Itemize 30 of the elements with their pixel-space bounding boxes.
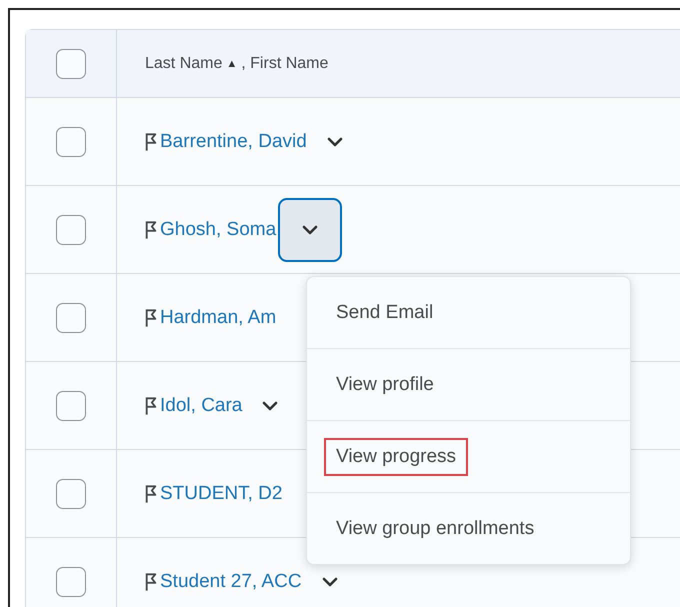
student-link[interactable]: Student 27, ACC — [160, 570, 302, 592]
menu-item[interactable]: View profile — [307, 348, 630, 420]
checkbox[interactable] — [56, 390, 86, 420]
chevron-down-icon — [326, 136, 343, 146]
flag-icon[interactable] — [145, 130, 157, 152]
checkbox[interactable] — [56, 478, 86, 508]
chevron-down-icon — [262, 400, 278, 410]
checkbox[interactable] — [56, 302, 86, 332]
checkbox[interactable] — [56, 214, 86, 244]
student-link[interactable]: Ghosh, Soma — [160, 218, 276, 240]
flag-icon[interactable] — [145, 218, 157, 240]
menu-item[interactable]: Send Email — [307, 277, 630, 348]
menu-item[interactable]: View progress — [307, 420, 630, 492]
flag-icon[interactable] — [145, 570, 157, 592]
student-link[interactable]: STUDENT, D2 — [160, 482, 282, 504]
chevron-down-icon — [322, 576, 338, 586]
student-link[interactable]: Barrentine, David — [160, 130, 307, 152]
checkbox[interactable] — [56, 566, 86, 596]
student-link[interactable]: Idol, Cara — [160, 394, 242, 416]
checkbox[interactable] — [56, 48, 86, 78]
column-header[interactable]: Last Name — [145, 54, 222, 72]
student-link[interactable]: Hardman, Am — [160, 306, 276, 328]
flag-icon[interactable] — [145, 306, 157, 328]
flag-icon[interactable] — [145, 394, 157, 416]
sort-icon[interactable]: ▲ — [226, 58, 238, 70]
flag-icon[interactable] — [145, 482, 157, 504]
checkbox[interactable] — [56, 126, 86, 156]
chevron-down-icon — [302, 224, 318, 234]
column-header[interactable]: , First Name — [241, 54, 328, 72]
menu-item[interactable]: View group enrollments — [307, 492, 630, 564]
